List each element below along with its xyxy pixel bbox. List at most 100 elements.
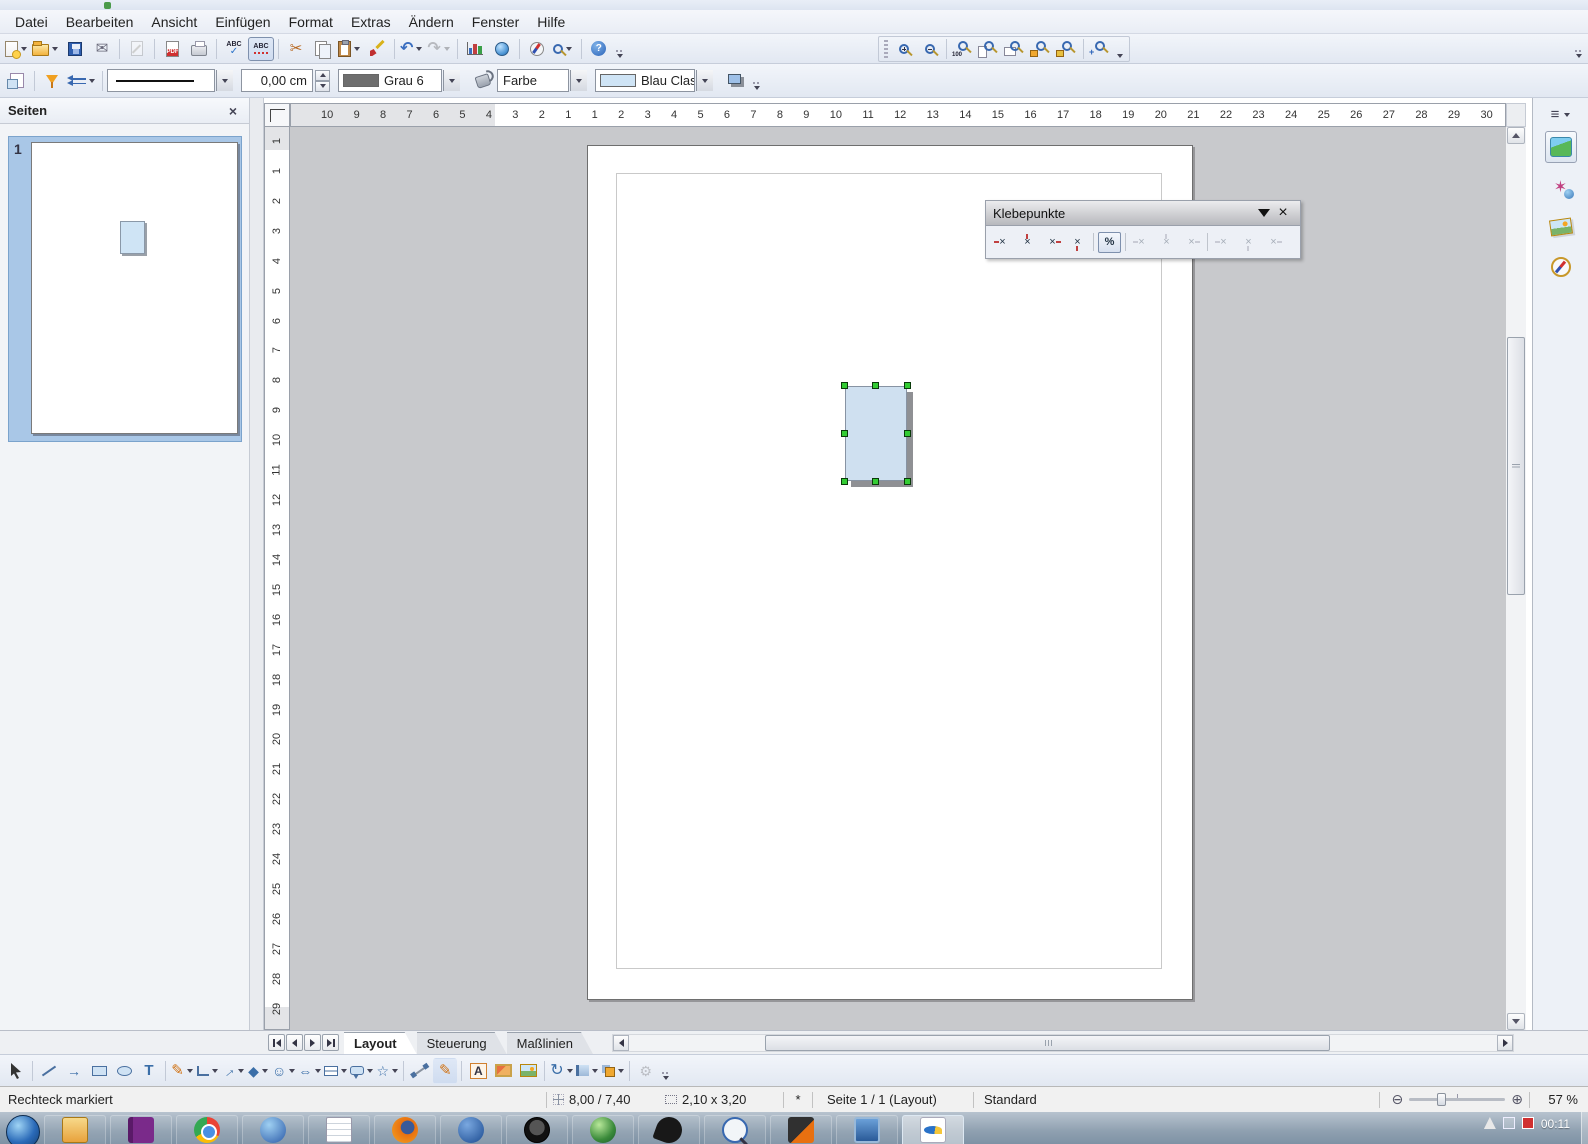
export-pdf-button[interactable]: PDF: [159, 37, 185, 61]
stepper-down-button[interactable]: [315, 81, 330, 92]
line-arrow-tool[interactable]: →: [62, 1058, 86, 1084]
page-indicator[interactable]: Seite 1 / 1 (Layout): [819, 1092, 967, 1107]
print-button[interactable]: [186, 37, 212, 61]
taskbar-item-media[interactable]: [242, 1115, 304, 1144]
zoom-slider-thumb[interactable]: [1437, 1093, 1446, 1106]
line-tool[interactable]: [37, 1058, 61, 1084]
start-button[interactable]: [6, 1115, 40, 1144]
line-style-dropdown-button[interactable]: [216, 70, 233, 91]
taskbar-item-pen-app[interactable]: [770, 1115, 832, 1144]
taskbar-item-onenote[interactable]: [110, 1115, 172, 1144]
page-thumbnail[interactable]: 1: [8, 136, 242, 442]
cut-button[interactable]: ✂: [283, 37, 309, 61]
horizontal-scrollbar[interactable]: [612, 1034, 1514, 1052]
show-desktop-button[interactable]: [1581, 1112, 1588, 1144]
taskbar-item-dark-bird[interactable]: [638, 1115, 700, 1144]
connector-tool[interactable]: [195, 1058, 219, 1084]
close-icon[interactable]: ×: [1273, 204, 1293, 222]
zoom-out-button[interactable]: [917, 37, 943, 61]
menu-extras[interactable]: Extras: [342, 12, 400, 32]
scroll-up-button[interactable]: [1507, 127, 1525, 144]
paste-button[interactable]: [337, 37, 363, 61]
stars-tool[interactable]: ☆: [375, 1058, 399, 1084]
toolbar-overflow-button[interactable]: [613, 37, 627, 61]
toolbar-overflow-button[interactable]: [1572, 37, 1586, 61]
first-page-button[interactable]: [268, 1034, 285, 1051]
undo-button[interactable]: ↶: [399, 37, 425, 61]
toolbar-overflow-button[interactable]: [750, 69, 764, 93]
taskbar-item-movie-maker[interactable]: [836, 1115, 898, 1144]
taskbar-item-chrome[interactable]: [176, 1115, 238, 1144]
taskbar-item-blue-p[interactable]: [440, 1115, 502, 1144]
curve-tool[interactable]: ✎: [170, 1058, 194, 1084]
menu-bearbeiten[interactable]: Bearbeiten: [57, 12, 143, 32]
document-page[interactable]: [587, 145, 1193, 1000]
page-style[interactable]: Standard: [980, 1092, 1373, 1107]
sidebar-tab-navigator[interactable]: [1545, 251, 1577, 283]
zoom-in-icon[interactable]: ⊕: [1511, 1091, 1523, 1108]
toolbar-overflow-button[interactable]: [1113, 37, 1127, 61]
edit-points-tool[interactable]: [408, 1058, 432, 1084]
zoom-object-button[interactable]: [1028, 37, 1054, 61]
zoom-page-width-button[interactable]: [1002, 37, 1028, 61]
menu-datei[interactable]: Datei: [6, 12, 57, 32]
basic-shapes-tool[interactable]: ◆: [246, 1058, 270, 1084]
vertical-scrollbar[interactable]: [1506, 127, 1526, 1030]
email-button[interactable]: ✉: [89, 37, 115, 61]
tab-layout[interactable]: Layout: [344, 1032, 417, 1054]
arrange-tool[interactable]: [600, 1058, 625, 1084]
block-arrows-tool[interactable]: ⇔: [297, 1058, 322, 1084]
sidebar-tab-properties[interactable]: [1545, 131, 1577, 163]
show-hidden-icons[interactable]: [1484, 1117, 1496, 1129]
tray-icon-red[interactable]: [1522, 1117, 1534, 1129]
previous-page-button[interactable]: [286, 1034, 303, 1051]
glue-points-tool[interactable]: ✎: [433, 1058, 457, 1084]
zoom-all-button[interactable]: [1054, 37, 1080, 61]
taskbar-item-firefox[interactable]: [374, 1115, 436, 1144]
insert-image-button[interactable]: [491, 1058, 515, 1084]
rotate-tool[interactable]: ↻: [549, 1058, 573, 1084]
navigator-button[interactable]: [524, 37, 550, 61]
symbol-shapes-tool[interactable]: ☺: [271, 1058, 296, 1084]
taskbar-item-notepad[interactable]: [308, 1115, 370, 1144]
taskbar-item-green-app[interactable]: [572, 1115, 634, 1144]
menu-format[interactable]: Format: [280, 12, 342, 32]
fill-color-dropdown-button[interactable]: [696, 70, 713, 91]
zoom-slider[interactable]: [1409, 1098, 1505, 1101]
line-color-select[interactable]: Grau 6: [338, 69, 442, 92]
vertical-ruler[interactable]: 1123456789101112131415161718192021222324…: [264, 127, 290, 1030]
taskbar-item-magnifier[interactable]: [704, 1115, 766, 1144]
gluepoints-titlebar[interactable]: Klebepunkte ×: [986, 201, 1300, 226]
drawing-canvas[interactable]: Klebepunkte × × × × × % × × × ×: [290, 127, 1506, 1030]
alignment-tool[interactable]: [575, 1058, 599, 1084]
stepper-up-button[interactable]: [315, 70, 330, 81]
exit-direction-bottom-button[interactable]: ×: [1066, 232, 1089, 253]
panel-splitter[interactable]: [250, 98, 264, 1030]
menu-ansicht[interactable]: Ansicht: [142, 12, 206, 32]
taskbar-item-dark-app[interactable]: [506, 1115, 568, 1144]
flowchart-tool[interactable]: [323, 1058, 348, 1084]
gluepoint-relative-button[interactable]: %: [1098, 232, 1121, 253]
hyperlink-button[interactable]: [489, 37, 515, 61]
lines-arrows-tool[interactable]: →: [220, 1058, 245, 1084]
edit-points-button[interactable]: [4, 69, 30, 93]
fill-type-select[interactable]: Farbe: [497, 69, 569, 92]
new-document-button[interactable]: [4, 37, 30, 61]
shadow-toggle-button[interactable]: [723, 69, 749, 93]
save-button[interactable]: [62, 37, 88, 61]
zoom-in-button[interactable]: [891, 37, 917, 61]
ellipse-tool[interactable]: [112, 1058, 136, 1084]
line-style-select[interactable]: [107, 69, 215, 92]
taskbar-item-openoffice-active[interactable]: [902, 1115, 964, 1144]
toolbar-grip[interactable]: [884, 40, 888, 58]
auto-spellcheck-button[interactable]: ABC: [248, 37, 274, 61]
sidebar-tab-gallery[interactable]: ✶: [1545, 171, 1577, 203]
exit-direction-top-button[interactable]: ×: [1016, 232, 1039, 253]
insert-gluepoint-button[interactable]: ×: [991, 232, 1014, 253]
selection-handle-w[interactable]: [841, 430, 848, 437]
vertical-scrollbar-thumb[interactable]: [1507, 337, 1525, 595]
selection-handle-e[interactable]: [904, 430, 911, 437]
close-icon[interactable]: ×: [225, 103, 241, 119]
taskbar-clock[interactable]: 00:11: [1541, 1115, 1570, 1131]
chart-button[interactable]: [462, 37, 488, 61]
